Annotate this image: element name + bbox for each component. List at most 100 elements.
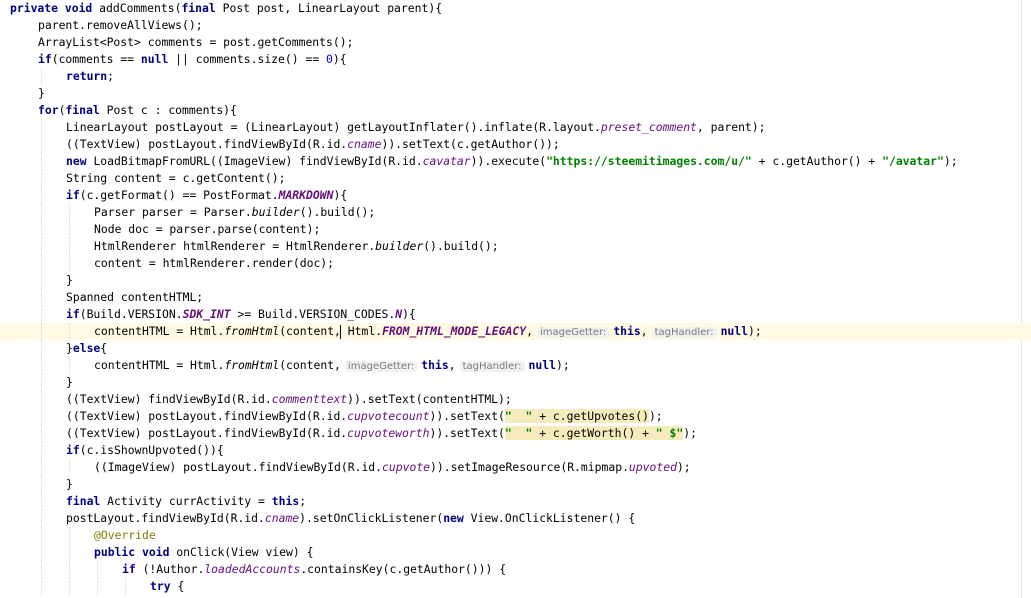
- code-line[interactable]: }: [0, 476, 1031, 493]
- code-token: HtmlRenderer htmlRenderer = HtmlRenderer…: [94, 239, 376, 253]
- code-token: }: [66, 273, 73, 287]
- code-token: (content,: [279, 358, 341, 372]
- code-token: MARKDOWN: [278, 188, 334, 202]
- code-editor[interactable]: private void addComments(final Post post…: [0, 0, 1031, 598]
- code-line[interactable]: ((TextView) findViewById(R.id.commenttex…: [0, 391, 1031, 408]
- code-line[interactable]: contentHTML = Html.fromHtml(content, Htm…: [0, 323, 1031, 340]
- indent-guide: [41, 170, 43, 187]
- code-line[interactable]: final Activity currActivity = this;: [0, 493, 1031, 510]
- code-line[interactable]: ((ImageView) postLayout.findViewById(R.i…: [0, 459, 1031, 476]
- code-token: String content = c.getContent();: [66, 171, 286, 185]
- code-token: + c.getWorth() +: [532, 426, 656, 440]
- indent-guide: [69, 204, 71, 221]
- code-line[interactable]: ((TextView) postLayout.findViewById(R.id…: [0, 425, 1031, 442]
- code-token: Parser parser = Parser.: [94, 205, 252, 219]
- indent-guide: [69, 357, 71, 374]
- code-line[interactable]: postLayout.findViewById(R.id.cname).setO…: [0, 510, 1031, 527]
- indent-guide: [125, 578, 127, 595]
- code-token: LinearLayout postLayout = (LinearLayout)…: [66, 120, 601, 134]
- code-token: .containsKey(c.getAuthor())) {: [300, 562, 507, 576]
- code-token: >= Build.VERSION_CODES.: [230, 307, 396, 321]
- indent-guide: [41, 374, 43, 391]
- code-line[interactable]: public void onClick(View view) {: [0, 544, 1031, 561]
- code-token: ){: [402, 307, 416, 321]
- code-token: " $": [655, 426, 684, 440]
- code-token: return: [66, 69, 108, 83]
- code-line[interactable]: ((TextView) postLayout.findViewById(R.id…: [0, 136, 1031, 153]
- code-line[interactable]: content = htmlRenderer.render(doc);: [0, 255, 1031, 272]
- code-token: )).setText(contentHTML);: [347, 392, 512, 406]
- indent-guide: [41, 493, 43, 510]
- code-token: this: [421, 358, 449, 372]
- code-token: ArrayList<Post> comments = post.getComme…: [38, 35, 354, 49]
- code-line[interactable]: private void addComments(final Post post…: [0, 0, 1031, 17]
- code-token: );: [748, 324, 762, 338]
- code-line[interactable]: }else{: [0, 340, 1031, 357]
- code-line[interactable]: Parser parser = Parser.builder().build()…: [0, 204, 1031, 221]
- code-token: "https://steemitimages.com/u/": [546, 154, 752, 168]
- code-token: preset_comment: [600, 120, 697, 134]
- indent-guide: [69, 527, 71, 544]
- parameter-hint: tagHandler:: [651, 327, 717, 338]
- indent-guide: [69, 323, 71, 340]
- code-line[interactable]: }: [0, 272, 1031, 289]
- code-token: View.OnClickListener() {: [470, 511, 636, 525]
- code-line[interactable]: ArrayList<Post> comments = post.getComme…: [0, 34, 1031, 51]
- indent-guide: [69, 459, 71, 476]
- indent-guide: [97, 561, 99, 578]
- code-token: commenttext: [271, 392, 348, 406]
- code-line[interactable]: parent.removeAllViews();: [0, 17, 1031, 34]
- code-token: );: [943, 154, 958, 168]
- code-token: );: [555, 358, 570, 372]
- code-line[interactable]: try {: [0, 578, 1031, 595]
- indent-guide: [69, 255, 71, 272]
- parameter-hint: imageGetter:: [536, 327, 610, 338]
- code-token: Node doc = parser.parse(content);: [94, 222, 321, 236]
- code-token: Post c : comments){: [106, 103, 237, 117]
- code-token: }: [66, 375, 73, 389]
- indent-guide: [41, 476, 43, 493]
- code-token: )).setText(: [429, 409, 505, 423]
- code-line[interactable]: }: [0, 374, 1031, 391]
- code-token: ((ImageView) postLayout.findViewById(R.i…: [94, 460, 383, 474]
- code-line[interactable]: Node doc = parser.parse(content);: [0, 221, 1031, 238]
- code-token: ){: [332, 52, 347, 66]
- code-token: content = htmlRenderer.render(doc);: [94, 256, 335, 270]
- code-token: Post post, LinearLayout parent){: [222, 1, 443, 15]
- code-line[interactable]: @Override: [0, 527, 1031, 544]
- code-token: fromHtml: [224, 358, 280, 372]
- code-token: + c.getAuthor() +: [751, 154, 883, 168]
- code-line[interactable]: }: [0, 85, 1031, 102]
- code-line[interactable]: Spanned contentHTML;: [0, 289, 1031, 306]
- code-line[interactable]: if(c.getFormat() == PostFormat.MARKDOWN)…: [0, 187, 1031, 204]
- code-token: this: [271, 494, 300, 508]
- code-token: (comments ==: [51, 52, 141, 66]
- code-line[interactable]: HtmlRenderer htmlRenderer = HtmlRenderer…: [0, 238, 1031, 255]
- code-line[interactable]: String content = c.getContent();: [0, 170, 1031, 187]
- code-line[interactable]: if (!Author.loadedAccounts.containsKey(c…: [0, 561, 1031, 578]
- code-line[interactable]: ((TextView) postLayout.findViewById(R.id…: [0, 408, 1031, 425]
- code-token: if: [38, 52, 52, 66]
- code-token: cname: [347, 137, 382, 151]
- code-token: fromHtml: [224, 324, 280, 338]
- code-token: {: [100, 341, 108, 355]
- code-line[interactable]: contentHTML = Html.fromHtml(content, imag…: [0, 357, 1031, 374]
- code-token: else: [72, 341, 101, 355]
- code-line[interactable]: if(comments == null || comments.size() =…: [0, 51, 1031, 68]
- code-line[interactable]: for(final Post c : comments){: [0, 102, 1031, 119]
- code-token: )).setImageResource(R.mipmap.: [430, 460, 629, 474]
- code-token: )).execute(: [470, 154, 547, 168]
- code-line[interactable]: LinearLayout postLayout = (LinearLayout)…: [0, 119, 1031, 136]
- indent-guide: [41, 221, 43, 238]
- code-token: new: [443, 511, 471, 525]
- code-token: FROM_HTML_MODE_LEGACY: [382, 324, 527, 338]
- code-line[interactable]: return;: [0, 68, 1031, 85]
- code-line[interactable]: if(c.isShownUpvoted()){: [0, 442, 1031, 459]
- code-token: if: [122, 562, 143, 576]
- code-token: );: [683, 426, 697, 440]
- code-token: cupvotecount: [347, 409, 430, 423]
- code-token: ((TextView) findViewById(R.id.: [66, 392, 272, 406]
- code-line[interactable]: if(Build.VERSION.SDK_INT >= Build.VERSIO…: [0, 306, 1031, 323]
- code-token: null: [528, 358, 556, 372]
- code-line[interactable]: new LoadBitmapFromURL((ImageView) findVi…: [0, 153, 1031, 170]
